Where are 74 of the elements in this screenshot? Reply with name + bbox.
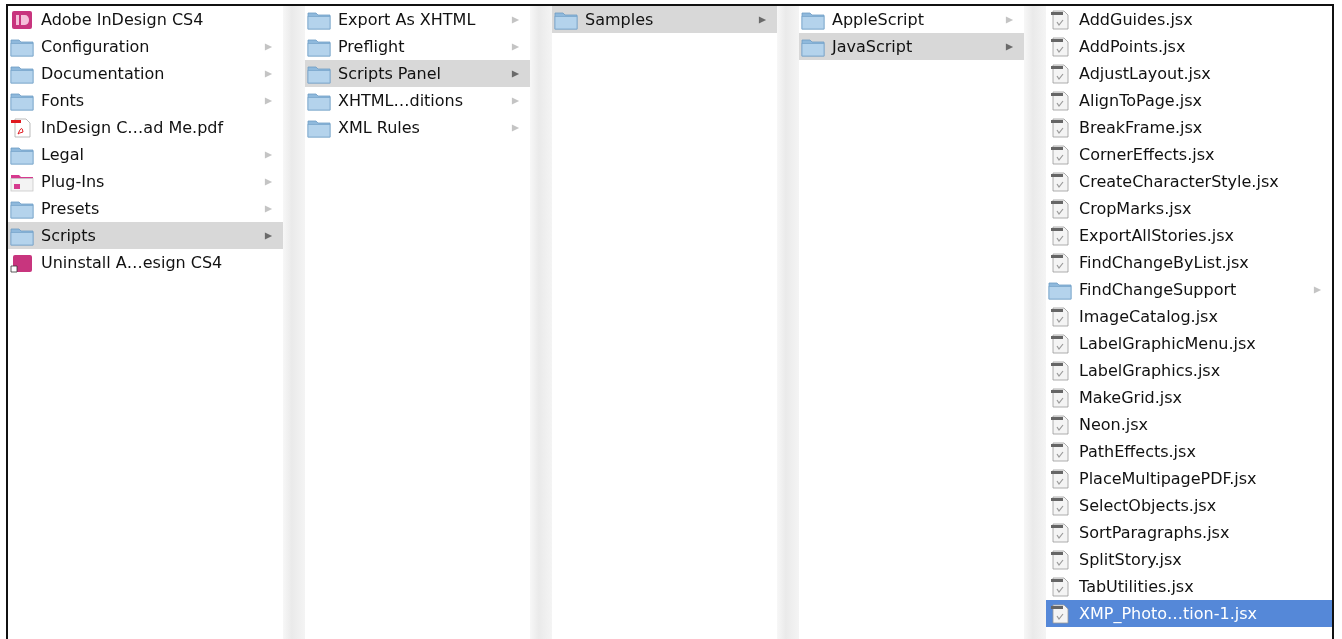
folder-icon — [10, 225, 34, 246]
folder-row[interactable]: Samples — [552, 6, 777, 33]
disclosure-arrow-icon — [264, 95, 273, 106]
file-row[interactable]: CornerEffects.jsx — [1046, 141, 1332, 168]
folder-row[interactable]: FindChangeSupport — [1046, 276, 1332, 303]
folder-row[interactable]: Configuration — [8, 33, 283, 60]
file-row[interactable]: AddPoints.jsx — [1046, 33, 1332, 60]
file-row[interactable]: Uninstall A…esign CS4 — [8, 249, 283, 276]
file-row[interactable]: SelectObjects.jsx — [1046, 492, 1332, 519]
file-row[interactable]: AddGuides.jsx — [1046, 6, 1332, 33]
folder-row[interactable]: Scripts — [8, 222, 283, 249]
file-row[interactable]: InDesign C…ad Me.pdf — [8, 114, 283, 141]
file-row[interactable]: AlignToPage.jsx — [1046, 87, 1332, 114]
file-row[interactable]: ImageCatalog.jsx — [1046, 303, 1332, 330]
folder-icon — [10, 144, 34, 165]
script-file-icon — [1048, 603, 1072, 624]
folder-icon — [801, 36, 825, 57]
disclosure-arrow-icon — [511, 14, 520, 25]
folder-icon — [10, 198, 34, 219]
disclosure-arrow-icon — [264, 149, 273, 160]
folder-row[interactable]: XML Rules — [305, 114, 530, 141]
file-row[interactable]: Adobe InDesign CS4 — [8, 6, 283, 33]
disclosure-arrow-icon — [511, 122, 520, 133]
disclosure-arrow-icon — [511, 41, 520, 52]
folder-row[interactable]: Preflight — [305, 33, 530, 60]
disclosure-arrow-icon — [264, 203, 273, 214]
folder-icon — [307, 63, 331, 84]
disclosure-arrow-icon — [264, 230, 273, 241]
file-row[interactable]: SortParagraphs.jsx — [1046, 519, 1332, 546]
disclosure-arrow-icon — [1005, 14, 1014, 25]
folder-icon — [1048, 279, 1072, 300]
file-row[interactable]: AdjustLayout.jsx — [1046, 60, 1332, 87]
folder-row[interactable]: Documentation — [8, 60, 283, 87]
folder-row[interactable]: JavaScript — [799, 33, 1024, 60]
folder-row[interactable]: Fonts — [8, 87, 283, 114]
folder-icon — [10, 90, 34, 111]
disclosure-arrow-icon — [1005, 41, 1014, 52]
folder-icon — [801, 9, 825, 30]
folder-icon — [307, 9, 331, 30]
file-row[interactable]: SplitStory.jsx — [1046, 546, 1332, 573]
file-row[interactable]: LabelGraphics.jsx — [1046, 357, 1332, 384]
folder-icon — [10, 36, 34, 57]
file-row[interactable]: PathEffects.jsx — [1046, 438, 1332, 465]
disclosure-arrow-icon — [511, 68, 520, 79]
file-row[interactable]: XMP_Photo…tion-1.jsx — [1046, 600, 1332, 627]
folder-row[interactable]: Presets — [8, 195, 283, 222]
folder-row[interactable]: Legal — [8, 141, 283, 168]
file-row[interactable]: CreateCharacterStyle.jsx — [1046, 168, 1332, 195]
folder-row[interactable]: AppleScript — [799, 6, 1024, 33]
file-row[interactable]: LabelGraphicMenu.jsx — [1046, 330, 1332, 357]
folder-row[interactable]: Scripts Panel — [305, 60, 530, 87]
file-row[interactable]: PlaceMultipagePDF.jsx — [1046, 465, 1332, 492]
disclosure-arrow-icon — [511, 95, 520, 106]
folder-icon — [554, 9, 578, 30]
file-row[interactable]: FindChangeByList.jsx — [1046, 249, 1332, 276]
disclosure-arrow-icon — [264, 68, 273, 79]
folder-row[interactable]: Plug-Ins — [8, 168, 283, 195]
folder-icon — [307, 117, 331, 138]
disclosure-arrow-icon — [264, 41, 273, 52]
disclosure-arrow-icon — [264, 176, 273, 187]
file-row[interactable]: ExportAllStories.jsx — [1046, 222, 1332, 249]
folder-icon — [307, 36, 331, 57]
file-row[interactable]: MakeGrid.jsx — [1046, 384, 1332, 411]
file-row[interactable]: BreakFrame.jsx — [1046, 114, 1332, 141]
folder-icon — [10, 63, 34, 84]
folder-row[interactable]: Export As XHTML — [305, 6, 530, 33]
file-row[interactable]: Neon.jsx — [1046, 411, 1332, 438]
file-row[interactable]: TabUtilities.jsx — [1046, 573, 1332, 600]
disclosure-arrow-icon — [1313, 284, 1322, 295]
disclosure-arrow-icon — [758, 14, 767, 25]
folder-row[interactable]: XHTML…ditions — [305, 87, 530, 114]
folder-icon — [307, 90, 331, 111]
file-row[interactable]: CropMarks.jsx — [1046, 195, 1332, 222]
app-icon — [10, 9, 34, 30]
